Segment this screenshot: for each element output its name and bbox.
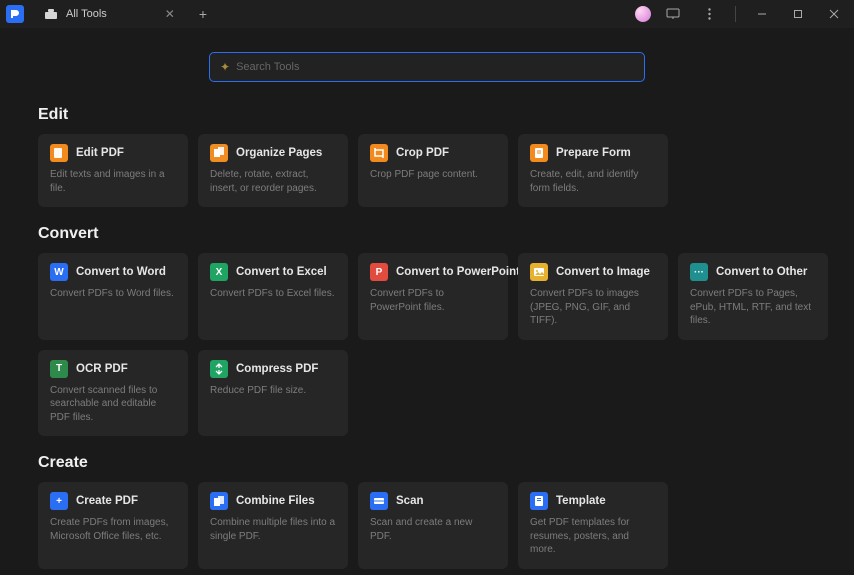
powerpoint-icon: P xyxy=(370,263,388,281)
scan-icon xyxy=(370,492,388,510)
card-desc: Convert PDFs to Excel files. xyxy=(210,287,336,301)
card-title: Combine Files xyxy=(236,495,315,507)
search-input-container[interactable]: ✦ xyxy=(209,52,645,82)
card-convert-other[interactable]: ··· Convert to Other Convert PDFs to Pag… xyxy=(678,253,828,340)
toolbox-icon xyxy=(44,7,58,21)
card-compress-pdf[interactable]: Compress PDF Reduce PDF file size. xyxy=(198,350,348,437)
card-edit-pdf[interactable]: Edit PDF Edit texts and images in a file… xyxy=(38,134,188,207)
edit-pdf-icon xyxy=(50,144,68,162)
section-title-create: Create xyxy=(38,454,816,472)
card-desc: Convert PDFs to Word files. xyxy=(50,287,176,301)
card-convert-word[interactable]: W Convert to Word Convert PDFs to Word f… xyxy=(38,253,188,340)
card-ocr-pdf[interactable]: T OCR PDF Convert scanned files to searc… xyxy=(38,350,188,437)
card-desc: Delete, rotate, extract, insert, or reor… xyxy=(210,168,336,195)
card-desc: Create PDFs from images, Microsoft Offic… xyxy=(50,516,176,543)
card-title: Convert to Word xyxy=(76,266,166,278)
card-title: Convert to Image xyxy=(556,266,650,278)
card-convert-excel[interactable]: X Convert to Excel Convert PDFs to Excel… xyxy=(198,253,348,340)
card-desc: Combine multiple files into a single PDF… xyxy=(210,516,336,543)
card-prepare-form[interactable]: Prepare Form Create, edit, and identify … xyxy=(518,134,668,207)
card-desc: Convert PDFs to Pages, ePub, HTML, RTF, … xyxy=(690,287,816,328)
card-desc: Create, edit, and identify form fields. xyxy=(530,168,656,195)
card-title: OCR PDF xyxy=(76,363,128,375)
prepare-form-icon xyxy=(530,144,548,162)
card-title: Convert to PowerPoint xyxy=(396,266,520,278)
card-title: Compress PDF xyxy=(236,363,318,375)
window-minimize-button[interactable] xyxy=(748,0,776,28)
window-close-button[interactable] xyxy=(820,0,848,28)
card-desc: Get PDF templates for resumes, posters, … xyxy=(530,516,656,557)
avatar[interactable] xyxy=(635,6,651,22)
card-title: Crop PDF xyxy=(396,147,449,159)
ocr-icon: T xyxy=(50,360,68,378)
tab-all-tools[interactable]: All Tools ✕ xyxy=(34,0,185,28)
card-desc: Convert PDFs to images (JPEG, PNG, GIF, … xyxy=(530,287,656,328)
menu-kebab-icon[interactable] xyxy=(695,0,723,28)
excel-icon: X xyxy=(210,263,228,281)
tab-close-icon[interactable]: ✕ xyxy=(165,7,175,21)
template-icon xyxy=(530,492,548,510)
card-title: Convert to Other xyxy=(716,266,807,278)
card-title: Convert to Excel xyxy=(236,266,327,278)
card-title: Organize Pages xyxy=(236,147,322,159)
card-crop-pdf[interactable]: Crop PDF Crop PDF page content. xyxy=(358,134,508,207)
card-desc: Convert PDFs to PowerPoint files. xyxy=(370,287,496,314)
card-convert-powerpoint[interactable]: P Convert to PowerPoint Convert PDFs to … xyxy=(358,253,508,340)
image-icon xyxy=(530,263,548,281)
card-desc: Edit texts and images in a file. xyxy=(50,168,176,195)
section-title-convert: Convert xyxy=(38,225,816,243)
crop-pdf-icon xyxy=(370,144,388,162)
combine-files-icon xyxy=(210,492,228,510)
card-title: Create PDF xyxy=(76,495,138,507)
card-template[interactable]: Template Get PDF templates for resumes, … xyxy=(518,482,668,569)
card-combine-files[interactable]: Combine Files Combine multiple files int… xyxy=(198,482,348,569)
window-maximize-button[interactable] xyxy=(784,0,812,28)
card-title: Edit PDF xyxy=(76,147,124,159)
edit-grid: Edit PDF Edit texts and images in a file… xyxy=(38,134,816,207)
other-icon: ··· xyxy=(690,263,708,281)
compress-icon xyxy=(210,360,228,378)
search-input[interactable] xyxy=(236,61,634,73)
sparkle-icon: ✦ xyxy=(220,60,230,74)
card-organize-pages[interactable]: Organize Pages Delete, rotate, extract, … xyxy=(198,134,348,207)
card-title: Scan xyxy=(396,495,424,507)
new-tab-button[interactable]: + xyxy=(199,7,207,21)
section-title-edit: Edit xyxy=(38,106,816,124)
organize-pages-icon xyxy=(210,144,228,162)
card-convert-image[interactable]: Convert to Image Convert PDFs to images … xyxy=(518,253,668,340)
separator xyxy=(735,6,736,22)
presentation-icon[interactable] xyxy=(659,0,687,28)
card-desc: Convert scanned files to searchable and … xyxy=(50,384,176,425)
card-desc: Crop PDF page content. xyxy=(370,168,496,182)
card-title: Template xyxy=(556,495,606,507)
create-pdf-icon: + xyxy=(50,492,68,510)
card-title: Prepare Form xyxy=(556,147,631,159)
create-grid: + Create PDF Create PDFs from images, Mi… xyxy=(38,482,816,569)
word-icon: W xyxy=(50,263,68,281)
card-create-pdf[interactable]: + Create PDF Create PDFs from images, Mi… xyxy=(38,482,188,569)
app-logo-icon xyxy=(6,5,24,23)
card-desc: Reduce PDF file size. xyxy=(210,384,336,398)
card-scan[interactable]: Scan Scan and create a new PDF. xyxy=(358,482,508,569)
tab-label: All Tools xyxy=(66,8,107,20)
card-desc: Scan and create a new PDF. xyxy=(370,516,496,543)
convert-grid: W Convert to Word Convert PDFs to Word f… xyxy=(38,253,816,436)
titlebar: All Tools ✕ + xyxy=(0,0,854,28)
